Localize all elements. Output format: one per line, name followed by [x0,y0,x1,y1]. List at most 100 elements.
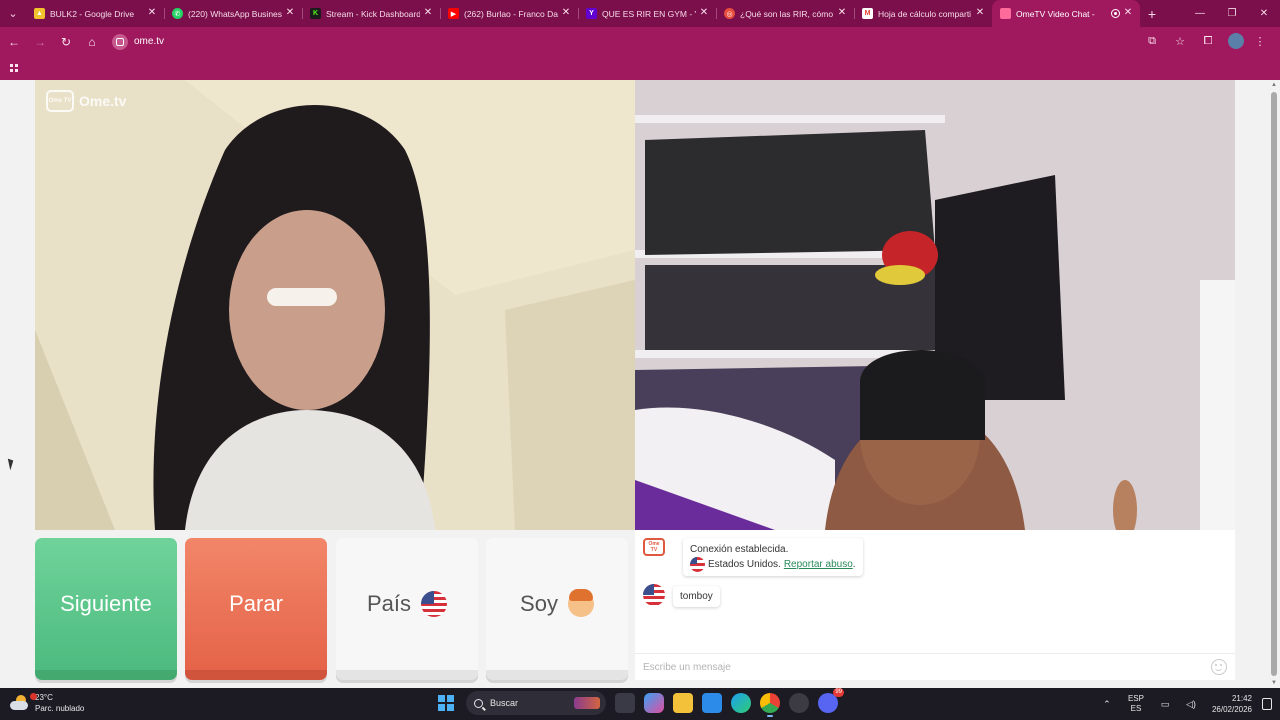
apps-grid-icon[interactable] [2,58,26,78]
yahoo-icon: Y [586,8,597,19]
message-input[interactable]: Escribe un mensaje [635,653,1235,680]
cast-icon[interactable]: ⧉ [1140,29,1164,53]
discord-badge: 99 [833,688,844,697]
reload-icon[interactable]: ↻ [54,30,78,54]
report-abuse-link[interactable]: Reportar abuso [784,557,853,572]
chrome-icon[interactable] [760,693,780,717]
site-icon: ◎ [724,8,735,19]
restore-icon[interactable]: ❐ [1216,0,1248,27]
close-icon[interactable]: ✕ [560,7,572,19]
task-view-icon[interactable] [615,693,635,713]
clock-time: 21:42 [1231,694,1252,703]
ometv-logo: Ome TV Ome.tv [46,90,126,112]
tab-whatsapp[interactable]: ✆ (220) WhatsApp Business ✕ [164,0,302,27]
connection-text: Conexión establecida. [690,544,789,555]
tab-title: BULK2 - Google Drive [50,8,135,19]
clock-date: 26/02/2026 [1211,705,1252,714]
tab-rir-article[interactable]: ◎ ¿Qué son las RIR, cómo in ✕ [716,0,854,27]
tab-title: OmeTV Video Chat - [1016,8,1095,19]
taskbar-apps: Buscar 99 [438,688,844,717]
weather-widget[interactable]: 23°C Parc. nublado [10,692,84,714]
home-icon[interactable]: ⌂ [80,30,104,54]
gender-button-label: Soy [520,591,558,616]
whatsapp-icon: ✆ [172,8,183,19]
boy-icon [567,589,594,617]
weather-temp: 23°C [35,693,53,702]
gender-button[interactable]: Soy [486,538,628,680]
tab-kick[interactable]: K Stream - Kick Dashboard ✕ [302,0,440,27]
volume-icon[interactable]: ◁) [1184,697,1198,711]
stop-button-label: Parar [229,591,283,616]
close-icon[interactable]: ✕ [698,7,710,19]
minimize-icon[interactable]: — [1184,0,1216,27]
copilot-icon[interactable] [644,693,664,713]
address-bar[interactable]: ome.tv [112,30,1117,54]
emoji-icon[interactable] [1211,659,1227,675]
extensions-icon[interactable]: ⧠ [1196,29,1220,53]
taskbar-search[interactable]: Buscar [466,691,606,715]
report-suffix: . [852,559,856,570]
weather-desc: Parc. nublado [35,704,85,713]
tab-strip: ⌄ ▲ BULK2 - Google Drive ✕ ✆ (220) Whats… [0,0,1280,27]
network-icon[interactable]: ▭ [1158,697,1172,711]
next-button-label: Siguiente [60,591,152,616]
scroll-down-icon[interactable]: ▼ [1270,680,1278,686]
system-bubble: Conexión establecida. Estados Unidos. Re… [683,538,863,576]
tab-youtube[interactable]: ▶ (262) Burlao - Franco Dan ✕ [440,0,578,27]
forward-icon[interactable]: → [28,30,52,54]
close-window-icon[interactable]: ✕ [1248,0,1280,27]
notification-icon[interactable] [1262,698,1272,710]
close-icon[interactable]: ✕ [284,7,296,19]
tab-google-drive[interactable]: ▲ BULK2 - Google Drive ✕ [26,0,164,27]
scroll-up-icon[interactable]: ▲ [1270,82,1278,88]
chevron-up-icon[interactable]: ⌃ [1100,697,1114,711]
close-icon[interactable]: ✕ [1122,7,1134,19]
obs-icon[interactable] [789,693,809,713]
search-highlight-icon [574,697,600,709]
close-icon[interactable]: ✕ [836,7,848,19]
edge-icon[interactable] [731,693,751,713]
bookmarks-bar [0,56,1280,80]
profile-avatar[interactable] [1228,33,1244,49]
tab-title: QUE ES RIR EN GYM - Yah [602,8,696,19]
tab-yahoo[interactable]: Y QUE ES RIR EN GYM - Yah ✕ [578,0,716,27]
close-icon[interactable]: ✕ [974,7,986,19]
file-explorer-icon[interactable] [673,693,693,713]
tab-title: (220) WhatsApp Business [188,8,282,19]
back-icon[interactable]: ← [2,30,26,54]
tab-spreadsheet[interactable]: M Hoja de cálculo comparti ✕ [854,0,992,27]
kick-icon: K [310,8,321,19]
clock[interactable]: 21:42 26/02/2026 [1212,693,1252,715]
tab-search-icon[interactable]: ⌄ [0,0,26,27]
stop-button[interactable]: Parar [185,538,327,680]
logo-text: Ome.tv [79,93,127,109]
bookmark-star-icon[interactable]: ☆ [1168,29,1192,53]
stranger-video-frame [35,80,635,530]
lang-line1: ESP [1127,694,1144,703]
new-tab-button[interactable]: + [1140,6,1164,22]
windows-start-icon[interactable] [438,695,454,711]
close-icon[interactable]: ✕ [422,7,434,19]
country-button-label: País [366,591,412,616]
microsoft-store-icon[interactable] [702,693,722,713]
weather-alert-badge [30,693,37,700]
discord-icon[interactable]: 99 [818,688,844,713]
close-icon[interactable]: ✕ [146,7,158,19]
message-input-placeholder: Escribe un mensaje [643,661,731,673]
self-video [635,80,1235,530]
window-controls: — ❐ ✕ [1184,0,1280,27]
site-info-icon[interactable] [112,33,128,50]
partly-cloudy-icon [10,695,30,711]
ometv-tv-icon: Ome TV [643,538,665,556]
system-tray: ⌃ ESP ES ▭ ◁) 21:42 26/02/2026 [1094,688,1280,720]
ometv-tv-icon: Ome TV [46,90,74,112]
country-button[interactable]: País [336,538,478,680]
tab-ometv[interactable]: OmeTV Video Chat - ✕ [992,0,1140,27]
next-button[interactable]: Siguiente [35,538,177,680]
search-label: Buscar [490,698,519,708]
scroll-thumb[interactable] [1271,92,1277,676]
recording-icon [1111,9,1120,18]
language-indicator[interactable]: ESP ES [1128,694,1144,714]
page-scrollbar[interactable]: ▲ ▼ [1268,80,1280,688]
menu-icon[interactable]: ⋮ [1248,29,1272,53]
